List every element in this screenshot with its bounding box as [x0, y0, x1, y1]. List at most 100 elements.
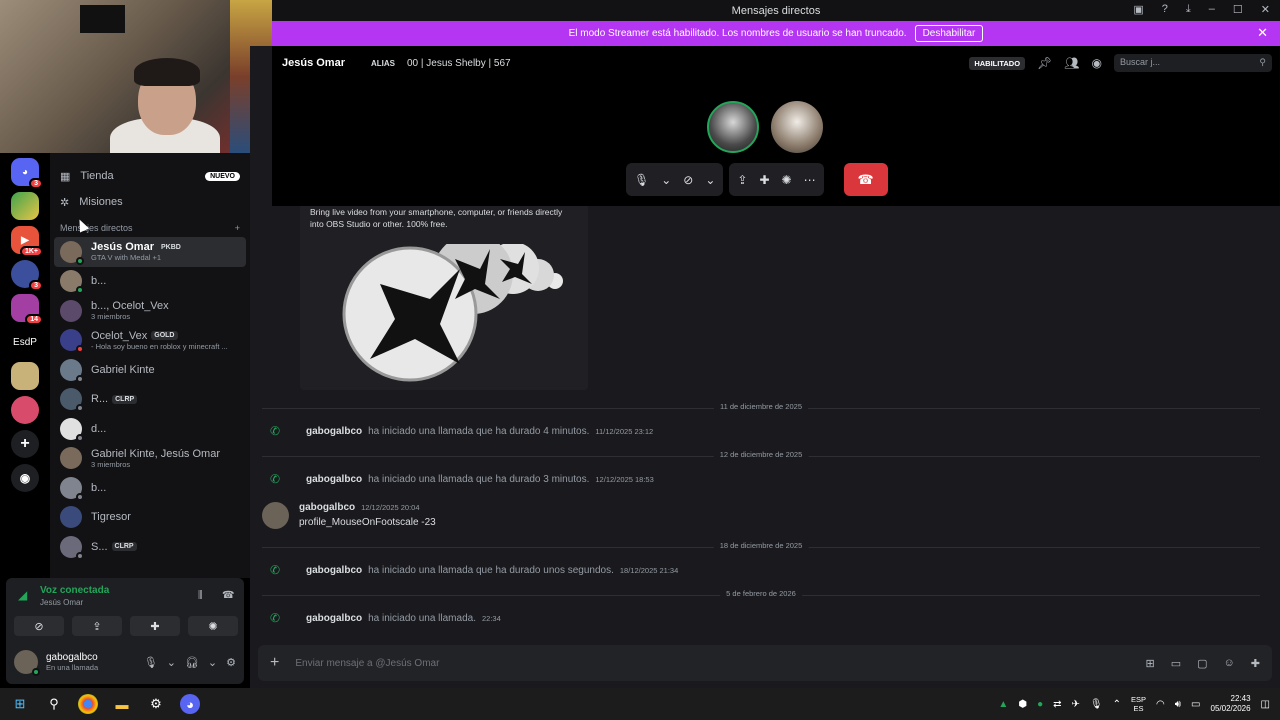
download-icon[interactable]: ⤓ — [1186, 3, 1191, 16]
nav-misiones[interactable]: ✲ Misiones — [50, 189, 250, 215]
message-user[interactable]: gabogalbco — [306, 565, 362, 576]
profile-icon[interactable]: ◉ — [1092, 56, 1102, 70]
participant-avatar-speaking[interactable] — [707, 101, 759, 153]
tray-app-icon[interactable]: ▲ — [998, 699, 1008, 710]
microphone-icon[interactable]: 🎙︎ — [144, 656, 158, 669]
camera-off-icon[interactable]: ⊘ — [683, 173, 693, 187]
tray-app-icon[interactable]: ⇄ — [1053, 699, 1061, 710]
dm-item[interactable]: Gabriel Kinte — [54, 355, 246, 385]
chevron-down-icon[interactable]: ⌄ — [705, 173, 715, 187]
activities-icon[interactable]: ✚ — [759, 173, 769, 187]
more-icon[interactable]: ⋯ — [804, 173, 816, 187]
server-icon-4[interactable]: 3 — [11, 260, 43, 291]
chevron-up-icon[interactable]: ⌃ — [1113, 699, 1121, 710]
explore-icon[interactable]: ◉ — [11, 464, 39, 492]
headphones-icon[interactable]: 🎧︎ — [185, 656, 199, 669]
message-user[interactable]: gabogalbco — [306, 426, 362, 437]
gear-icon[interactable]: ⚙ — [226, 656, 236, 669]
dm-item[interactable]: R... CLRP — [54, 385, 246, 415]
server-icon-1[interactable]: ◕ 3 — [11, 158, 43, 189]
windows-start-icon[interactable]: ⊞ — [10, 694, 30, 714]
battery-icon[interactable]: ▭ — [1191, 699, 1200, 710]
add-server-icon[interactable]: + — [11, 430, 39, 458]
notifications-icon[interactable]: ◫ — [1261, 699, 1270, 710]
chevron-down-icon[interactable]: ⌄ — [167, 656, 176, 669]
server-icon-2[interactable] — [11, 192, 39, 220]
dm-item[interactable]: b..., Ocelot_Vex 3 miembros — [54, 296, 246, 326]
dm-item[interactable]: b... — [54, 267, 246, 297]
server-icon-5[interactable]: 14 — [11, 294, 43, 325]
activities-button[interactable]: ✚ — [130, 616, 180, 636]
disconnect-icon[interactable]: ☎ — [222, 590, 234, 601]
hang-up-button[interactable]: ☎ — [843, 163, 888, 196]
microphone-icon[interactable]: 🎙︎ — [634, 173, 649, 187]
dm-item[interactable]: d... — [54, 414, 246, 444]
dm-item[interactable]: Gabriel Kinte, Jesús Omar 3 miembros — [54, 444, 246, 474]
server-icon-7[interactable] — [11, 362, 39, 390]
server-icon-8[interactable] — [11, 396, 39, 424]
chat-message: gabogalbco 12/12/2025 20:04 profile_Mouse… — [262, 502, 436, 529]
app-icon[interactable]: ⚙ — [146, 694, 166, 714]
window-titlebar: Mensajes directos ▣ ? ⤓ – ☐ ✕ — [272, 0, 1280, 21]
soundboard-button[interactable]: ✺ — [188, 616, 238, 636]
search-icon[interactable]: ⚲ — [44, 694, 64, 714]
volume-icon[interactable]: 🔊︎ — [1175, 699, 1181, 710]
dm-item[interactable]: Tigresor — [54, 503, 246, 533]
dm-item[interactable]: Ocelot_Vex GOLD - Hola soy bueno en roblox… — [54, 326, 246, 356]
wifi-icon[interactable]: ◠ — [1156, 699, 1165, 710]
inbox-icon[interactable]: ▣ — [1133, 3, 1143, 16]
chevron-down-icon[interactable]: ⌄ — [661, 173, 671, 187]
close-icon[interactable]: ✕ — [1257, 25, 1268, 41]
close-window-icon[interactable]: ✕ — [1261, 3, 1270, 16]
maximize-icon[interactable]: ☐ — [1233, 3, 1243, 16]
chevron-down-icon[interactable]: ⌄ — [208, 656, 217, 669]
screen-share-icon[interactable]: ⇪ — [737, 173, 747, 187]
pin-icon[interactable]: 📌︎ — [1037, 56, 1052, 70]
message-avatar[interactable] — [262, 502, 289, 529]
tray-app-icon[interactable]: ● — [1037, 699, 1043, 710]
dm-item[interactable]: b... — [54, 473, 246, 503]
message-user[interactable]: gabogalbco — [306, 613, 362, 624]
attach-plus-icon[interactable]: + — [270, 654, 279, 672]
message-input[interactable] — [295, 657, 1130, 669]
chrome-icon[interactable] — [78, 694, 98, 714]
emoji-icon[interactable]: ☺ — [1224, 657, 1235, 669]
sticker-icon[interactable]: ▢ — [1197, 657, 1207, 670]
camera-off-button[interactable]: ⊘ — [14, 616, 64, 636]
user-avatar[interactable] — [14, 650, 40, 676]
server-icon-3[interactable]: ▶ 1K+ — [11, 226, 43, 257]
nav-tienda[interactable]: ▦ Tienda NUEVO — [50, 163, 250, 189]
noise-suppression-icon[interactable]: ⫼ — [198, 590, 203, 601]
add-dm-icon[interactable]: + — [235, 223, 240, 233]
server-icon-esdp[interactable]: EsdP — [11, 328, 39, 356]
file-explorer-icon[interactable]: ▬ — [112, 694, 132, 714]
soundboard-icon[interactable]: ✺ — [782, 173, 792, 187]
clock[interactable]: 22:43 05/02/2026 — [1211, 694, 1251, 714]
discord-icon[interactable]: ◕ — [180, 694, 200, 714]
message-user[interactable]: gabogalbco — [306, 474, 362, 485]
tray-app-icon[interactable]: ✈ — [1072, 699, 1080, 710]
tray-app-icon[interactable]: ⬢ — [1018, 699, 1027, 710]
apps-icon[interactable]: ✚ — [1251, 657, 1260, 670]
message-user[interactable]: gabogalbco — [299, 502, 355, 513]
help-icon[interactable]: ? — [1162, 3, 1168, 16]
gift-icon[interactable]: ⊞ — [1146, 657, 1155, 670]
system-tray: ▲ ⬢ ● ⇄ ✈ 🎙︎ ⌃ ESP ES ◠ 🔊︎ ▭ 22:43 05/02/2… — [998, 694, 1270, 714]
avatar — [60, 447, 82, 470]
disable-streamer-button[interactable]: Deshabilitar — [914, 25, 984, 42]
dm-item[interactable]: Jesús Omar PKBD GTA V with Medal +1 — [54, 237, 246, 267]
dm-item[interactable]: S... CLRP — [54, 532, 246, 562]
participant-avatar[interactable] — [771, 101, 823, 153]
status-offline-icon — [76, 374, 84, 383]
gif-icon[interactable]: ▭ — [1171, 657, 1181, 670]
screen-share-button[interactable]: ⇪ — [72, 616, 122, 636]
habilitado-badge[interactable]: HABILITADO — [969, 56, 1026, 70]
search-box[interactable]: Buscar j... ⚲ — [1114, 54, 1272, 72]
microphone-icon[interactable]: 🎙︎ — [1090, 699, 1103, 710]
signal-icon[interactable]: ◢ — [18, 588, 27, 602]
activity-group: ⇪ ✚ ✺ ⋯ — [729, 163, 824, 196]
add-friend-icon[interactable]: 👥︎ — [1064, 56, 1079, 70]
link-embed[interactable]: Bring live video from your smartphone, c… — [300, 206, 588, 390]
minimize-icon[interactable]: – — [1209, 3, 1215, 16]
language-indicator[interactable]: ESP ES — [1131, 695, 1146, 713]
